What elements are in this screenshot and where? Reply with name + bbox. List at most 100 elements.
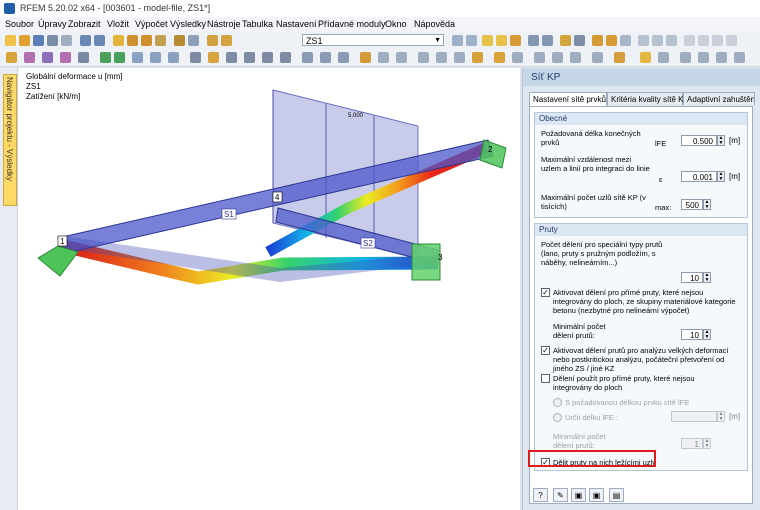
paste-settings-icon[interactable]: ▣: [589, 488, 604, 502]
hinge-icon[interactable]: [114, 52, 125, 63]
layout-icon[interactable]: [221, 35, 232, 46]
render-icon[interactable]: [188, 35, 199, 46]
tab-mesh-quality[interactable]: Kritéria kvality sítě KP: [607, 92, 689, 105]
results-icon[interactable]: [127, 35, 138, 46]
load-icon[interactable]: [132, 52, 143, 63]
fe-length-radio[interactable]: [553, 398, 562, 407]
menu-napoveda[interactable]: Nápověda: [414, 19, 455, 29]
snap-icon[interactable]: [666, 35, 677, 46]
table-icon[interactable]: [155, 35, 166, 46]
select-icon[interactable]: [592, 35, 603, 46]
default-settings-icon[interactable]: ▤: [609, 488, 624, 502]
surface-icon[interactable]: [60, 52, 71, 63]
transparent-icon[interactable]: [338, 52, 349, 63]
display-icon[interactable]: [208, 52, 219, 63]
new-file-icon[interactable]: [5, 35, 16, 46]
next-load-case-icon[interactable]: [466, 35, 477, 46]
filter-icon[interactable]: [560, 35, 571, 46]
mirror-icon[interactable]: [712, 35, 723, 46]
menu-vypocet[interactable]: Výpočet: [135, 19, 168, 29]
view-icon[interactable]: [174, 35, 185, 46]
print-icon[interactable]: [47, 35, 58, 46]
open-file-icon[interactable]: [19, 35, 30, 46]
max-nodes-input[interactable]: 500: [681, 199, 703, 210]
custom-length-radio[interactable]: [553, 413, 562, 422]
fe-length-input[interactable]: 0.500: [681, 135, 717, 146]
lock-icon[interactable]: [360, 52, 371, 63]
divisions-spinner[interactable]: ▲ ▼: [703, 272, 711, 283]
menu-soubor[interactable]: Soubor: [5, 19, 34, 29]
orbit-icon[interactable]: [534, 52, 545, 63]
help-icon[interactable]: ?: [533, 488, 548, 502]
box-icon[interactable]: [226, 52, 237, 63]
large-deformation-checkbox[interactable]: ✓: [541, 346, 550, 355]
zoom-icon[interactable]: [574, 35, 585, 46]
gear-icon[interactable]: [141, 35, 152, 46]
tool-b-icon[interactable]: [698, 52, 709, 63]
animate-icon[interactable]: [542, 35, 553, 46]
values-icon[interactable]: [510, 35, 521, 46]
copy-icon[interactable]: [698, 35, 709, 46]
eps-input[interactable]: 0.001: [681, 171, 717, 182]
tab-mesh-settings[interactable]: Nastavení sítě prvků: [529, 92, 607, 106]
front-view-icon[interactable]: [280, 52, 291, 63]
solid-icon[interactable]: [78, 52, 89, 63]
tool-c-icon[interactable]: [716, 52, 727, 63]
mesh-icon[interactable]: [494, 52, 505, 63]
pan-icon[interactable]: [454, 52, 465, 63]
section-icon[interactable]: [528, 35, 539, 46]
menu-nastaveni[interactable]: Nastavení: [276, 19, 317, 29]
concrete-division-checkbox[interactable]: ✓: [541, 288, 550, 297]
check-icon[interactable]: [512, 52, 523, 63]
dimension-icon[interactable]: [190, 52, 201, 63]
copy-settings-icon[interactable]: ▣: [571, 488, 586, 502]
section-cut-icon[interactable]: [168, 52, 179, 63]
zoom-window-icon[interactable]: [436, 52, 447, 63]
move-icon[interactable]: [606, 35, 617, 46]
tab-adaptive-refinement[interactable]: Adaptivní zahuštění sítě: [683, 92, 755, 105]
line-icon[interactable]: [24, 52, 35, 63]
solid-view-icon[interactable]: [320, 52, 331, 63]
deformation-icon[interactable]: [496, 35, 507, 46]
menu-nastroje[interactable]: Nástroje: [207, 19, 241, 29]
coordinate-icon[interactable]: [552, 52, 563, 63]
menu-pridavne-moduly[interactable]: Přídavné moduly: [318, 19, 386, 29]
max-nodes-spinner[interactable]: ▲ ▼: [703, 199, 711, 210]
menu-tabulka[interactable]: Tabulka: [242, 19, 273, 29]
tool-d-icon[interactable]: [734, 52, 745, 63]
divisions-input[interactable]: 10: [681, 272, 703, 283]
rotate-icon[interactable]: [620, 35, 631, 46]
screenshot-icon[interactable]: [472, 52, 483, 63]
combination-icon[interactable]: [150, 52, 161, 63]
eps-spinner[interactable]: ▲ ▼: [717, 171, 725, 182]
menu-zobrazit[interactable]: Zobrazit: [68, 19, 101, 29]
save-icon[interactable]: [33, 35, 44, 46]
top-view-icon[interactable]: [262, 52, 273, 63]
custom-length-spinner[interactable]: ▲ ▼: [717, 411, 725, 422]
model-viewport[interactable]: Globální deformace u [mm] ZS1 Zatížení […: [18, 68, 520, 510]
grid-icon[interactable]: [652, 35, 663, 46]
iso-view-icon[interactable]: [244, 52, 255, 63]
menu-okno[interactable]: Okno: [385, 19, 407, 29]
guide-icon[interactable]: [592, 52, 603, 63]
min-divisions-input-2[interactable]: 1: [681, 438, 703, 449]
fe-length-spinner[interactable]: ▲ ▼: [717, 135, 725, 146]
min-divisions-input-1[interactable]: 10: [681, 329, 703, 340]
cascade-icon[interactable]: [658, 52, 669, 63]
tile-icon[interactable]: [640, 52, 651, 63]
menu-vlozit[interactable]: Vložit: [107, 19, 129, 29]
visibility-icon[interactable]: [378, 52, 389, 63]
tool-a-icon[interactable]: [680, 52, 691, 63]
menu-upravy[interactable]: Úpravy: [38, 19, 67, 29]
clip-icon[interactable]: [396, 52, 407, 63]
workplane-icon[interactable]: [570, 52, 581, 63]
menu-vysledky[interactable]: Výsledky: [170, 19, 206, 29]
min-divisions-spinner-1[interactable]: ▲ ▼: [703, 329, 711, 340]
min-divisions-spinner-2[interactable]: ▲ ▼: [703, 438, 711, 449]
load-case-select[interactable]: ZS1 ▼: [302, 34, 444, 46]
redo-icon[interactable]: [94, 35, 105, 46]
member-icon[interactable]: [42, 52, 53, 63]
edit-icon[interactable]: ✎: [553, 488, 568, 502]
undo-icon[interactable]: [80, 35, 91, 46]
zoom-all-icon[interactable]: [418, 52, 429, 63]
